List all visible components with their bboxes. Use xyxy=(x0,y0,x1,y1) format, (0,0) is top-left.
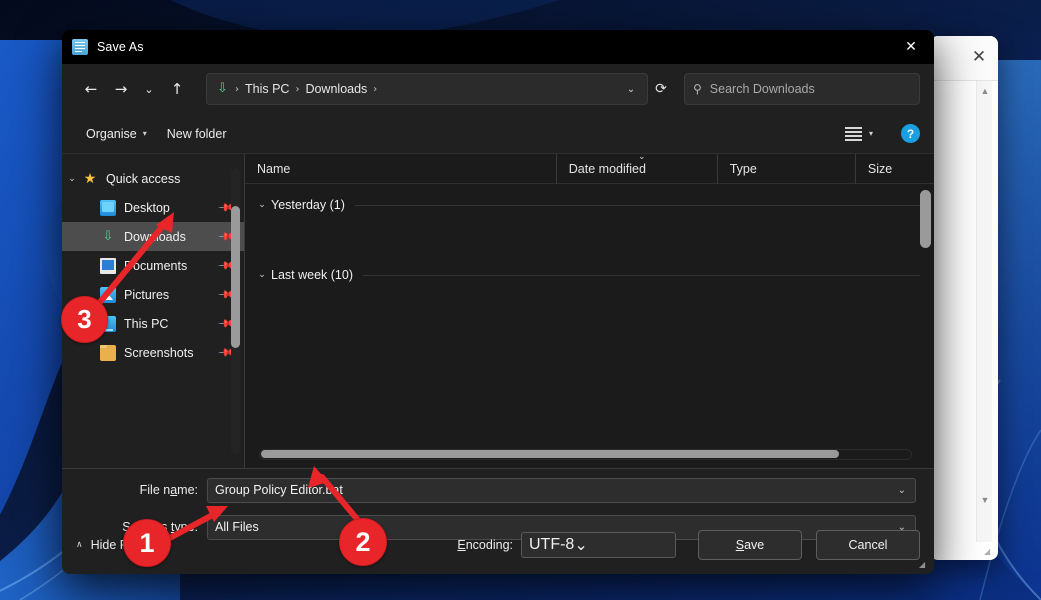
cancel-button[interactable]: Cancel xyxy=(816,530,920,560)
sidebar-item-label: Screenshots xyxy=(124,346,193,360)
new-folder-button[interactable]: New folder xyxy=(157,122,237,146)
help-button[interactable]: ? xyxy=(901,124,920,143)
command-bar: Organise ▾ New folder ▾ ? xyxy=(62,114,934,154)
save-button[interactable]: Save xyxy=(698,530,802,560)
chevron-up-icon: ∧ xyxy=(76,540,83,550)
breadcrumb-separator-2: › xyxy=(372,84,378,95)
navigation-bar: ← → ⌄ ↑ ⇩ › This PC › Downloads › ⌄ ⟳ ⚲ xyxy=(62,64,934,114)
sidebar-item-label: Pictures xyxy=(124,288,169,302)
column-header-date-modified[interactable]: Date modified xyxy=(556,154,717,184)
search-input[interactable] xyxy=(710,82,911,96)
organise-label: Organise xyxy=(86,127,137,141)
chevron-down-icon[interactable]: ⌄ xyxy=(253,200,271,210)
sidebar-item-this-pc[interactable]: This PC 📌 xyxy=(62,309,244,338)
new-folder-label: New folder xyxy=(167,127,227,141)
desktop-icon xyxy=(100,200,116,216)
column-header-type[interactable]: Type xyxy=(717,154,855,184)
filelist-horizontal-scroll-thumb[interactable] xyxy=(261,450,839,458)
resize-grip-icon[interactable]: ◢ xyxy=(984,547,994,557)
folder-icon xyxy=(100,345,116,361)
sidebar-item-label: Downloads xyxy=(124,230,186,244)
group-header-last-week[interactable]: ⌄ Last week (10) xyxy=(245,262,934,288)
chevron-down-icon[interactable]: ⌄ xyxy=(898,485,911,496)
sidebar-item-screenshots[interactable]: Screenshots 📌 xyxy=(62,338,244,367)
filelist-vertical-scroll-thumb[interactable] xyxy=(920,190,931,248)
recent-locations-button[interactable]: ⌄ xyxy=(136,74,162,104)
file-name-input[interactable]: Group Policy Editor.bat xyxy=(215,483,898,497)
group-rows-yesterday xyxy=(245,218,934,254)
notepad-text-area[interactable]: oupPo oupPo ine / ▲ ▼ xyxy=(930,80,998,542)
sidebar-item-label: Desktop xyxy=(124,201,170,215)
notepad-window[interactable]: ✕ oupPo oupPo ine / ▲ ▼ ◢ xyxy=(930,36,998,560)
navigation-pane: ⌄ ★ Quick access Desktop 📌 ⇩ Downloads 📌… xyxy=(62,154,244,468)
chevron-down-icon[interactable]: ⌄ xyxy=(619,76,643,102)
resize-grip-icon[interactable]: ◢ xyxy=(919,560,928,569)
view-options-button[interactable]: ▾ xyxy=(839,122,879,145)
group-label: Last week (10) xyxy=(271,268,353,282)
navpane-scroll-thumb[interactable] xyxy=(231,206,240,348)
column-header-size[interactable]: Size xyxy=(855,154,934,184)
documents-icon xyxy=(100,258,116,274)
encoding-combobox[interactable]: UTF-8 ⌄ xyxy=(521,532,676,558)
dialog-titlebar[interactable]: Save As ✕ xyxy=(62,30,934,64)
chevron-down-icon: ▾ xyxy=(869,129,873,138)
sidebar-item-quick-access[interactable]: ⌄ ★ Quick access xyxy=(62,164,244,193)
chevron-down-icon[interactable]: ⌄ xyxy=(62,174,82,184)
search-icon: ⚲ xyxy=(693,82,702,96)
close-icon[interactable]: ✕ xyxy=(968,46,990,68)
group-label: Yesterday (1) xyxy=(271,198,345,212)
file-list[interactable]: Name Date modified Type Size ⌄ ⌄ Yesterd… xyxy=(245,154,934,468)
hide-folders-label: Hide Folders xyxy=(91,538,162,552)
column-header-name[interactable]: Name xyxy=(245,154,556,184)
column-header-row: Name Date modified Type Size ⌄ xyxy=(245,154,934,184)
notepad-icon xyxy=(72,39,88,55)
downloads-icon: ⇩ xyxy=(215,82,230,97)
encoding-label: Encoding: xyxy=(457,538,513,552)
close-icon[interactable]: ✕ xyxy=(888,30,934,64)
this-pc-icon xyxy=(100,316,116,332)
notepad-vertical-scrollbar[interactable]: ▲ ▼ xyxy=(976,81,992,542)
save-as-dialog: Save As ✕ ← → ⌄ ↑ ⇩ › This PC › Download… xyxy=(62,30,934,574)
downloads-icon: ⇩ xyxy=(100,229,116,245)
file-name-combobox[interactable]: Group Policy Editor.bat ⌄ xyxy=(207,478,916,503)
scroll-down-icon[interactable]: ▼ xyxy=(977,492,993,508)
scroll-up-icon[interactable]: ▲ xyxy=(977,83,993,99)
sidebar-item-pictures[interactable]: Pictures 📌 xyxy=(62,280,244,309)
file-name-row: File name: Group Policy Editor.bat ⌄ xyxy=(62,475,934,505)
list-view-icon xyxy=(845,126,862,141)
notepad-titlebar: ✕ xyxy=(930,36,998,80)
sidebar-item-label: Documents xyxy=(124,259,187,273)
dialog-title: Save As xyxy=(97,40,144,54)
main-content-area: ⌄ ★ Quick access Desktop 📌 ⇩ Downloads 📌… xyxy=(62,154,934,468)
sidebar-item-label: Quick access xyxy=(106,172,180,186)
hide-folders-button[interactable]: ∧ Hide Folders xyxy=(76,538,161,552)
dialog-action-row: ∧ Hide Folders Encoding: UTF-8 ⌄ Save Ca… xyxy=(62,530,934,560)
sidebar-item-desktop[interactable]: Desktop 📌 xyxy=(62,193,244,222)
group-divider xyxy=(355,205,922,206)
forward-button[interactable]: → xyxy=(106,74,136,104)
breadcrumb-item-downloads[interactable]: Downloads xyxy=(300,82,372,96)
sidebar-item-documents[interactable]: Documents 📌 xyxy=(62,251,244,280)
refresh-icon[interactable]: ⟳ xyxy=(648,76,674,102)
file-name-label: File name: xyxy=(62,483,207,497)
breadcrumb-item-this-pc[interactable]: This PC xyxy=(240,82,294,96)
search-box[interactable]: ⚲ xyxy=(684,73,920,105)
group-header-yesterday[interactable]: ⌄ Yesterday (1) xyxy=(245,192,934,218)
group-divider xyxy=(363,275,922,276)
sidebar-item-downloads[interactable]: ⇩ Downloads 📌 xyxy=(62,222,244,251)
sidebar-item-label: This PC xyxy=(124,317,168,331)
star-icon: ★ xyxy=(82,171,98,187)
chevron-down-icon[interactable]: ⌄ xyxy=(253,270,271,280)
dialog-bottom-panel: File name: Group Policy Editor.bat ⌄ Sav… xyxy=(62,468,934,574)
chevron-down-icon[interactable]: ⌄ xyxy=(574,535,587,555)
up-button[interactable]: ↑ xyxy=(162,74,192,104)
encoding-value: UTF-8 xyxy=(529,536,574,554)
sort-indicator-icon: ⌄ xyxy=(638,154,646,162)
back-button[interactable]: ← xyxy=(76,74,106,104)
chevron-down-icon: ▾ xyxy=(143,129,147,138)
organise-button[interactable]: Organise ▾ xyxy=(76,122,157,146)
breadcrumb[interactable]: ⇩ › This PC › Downloads › ⌄ xyxy=(206,73,648,105)
pictures-icon xyxy=(100,287,116,303)
